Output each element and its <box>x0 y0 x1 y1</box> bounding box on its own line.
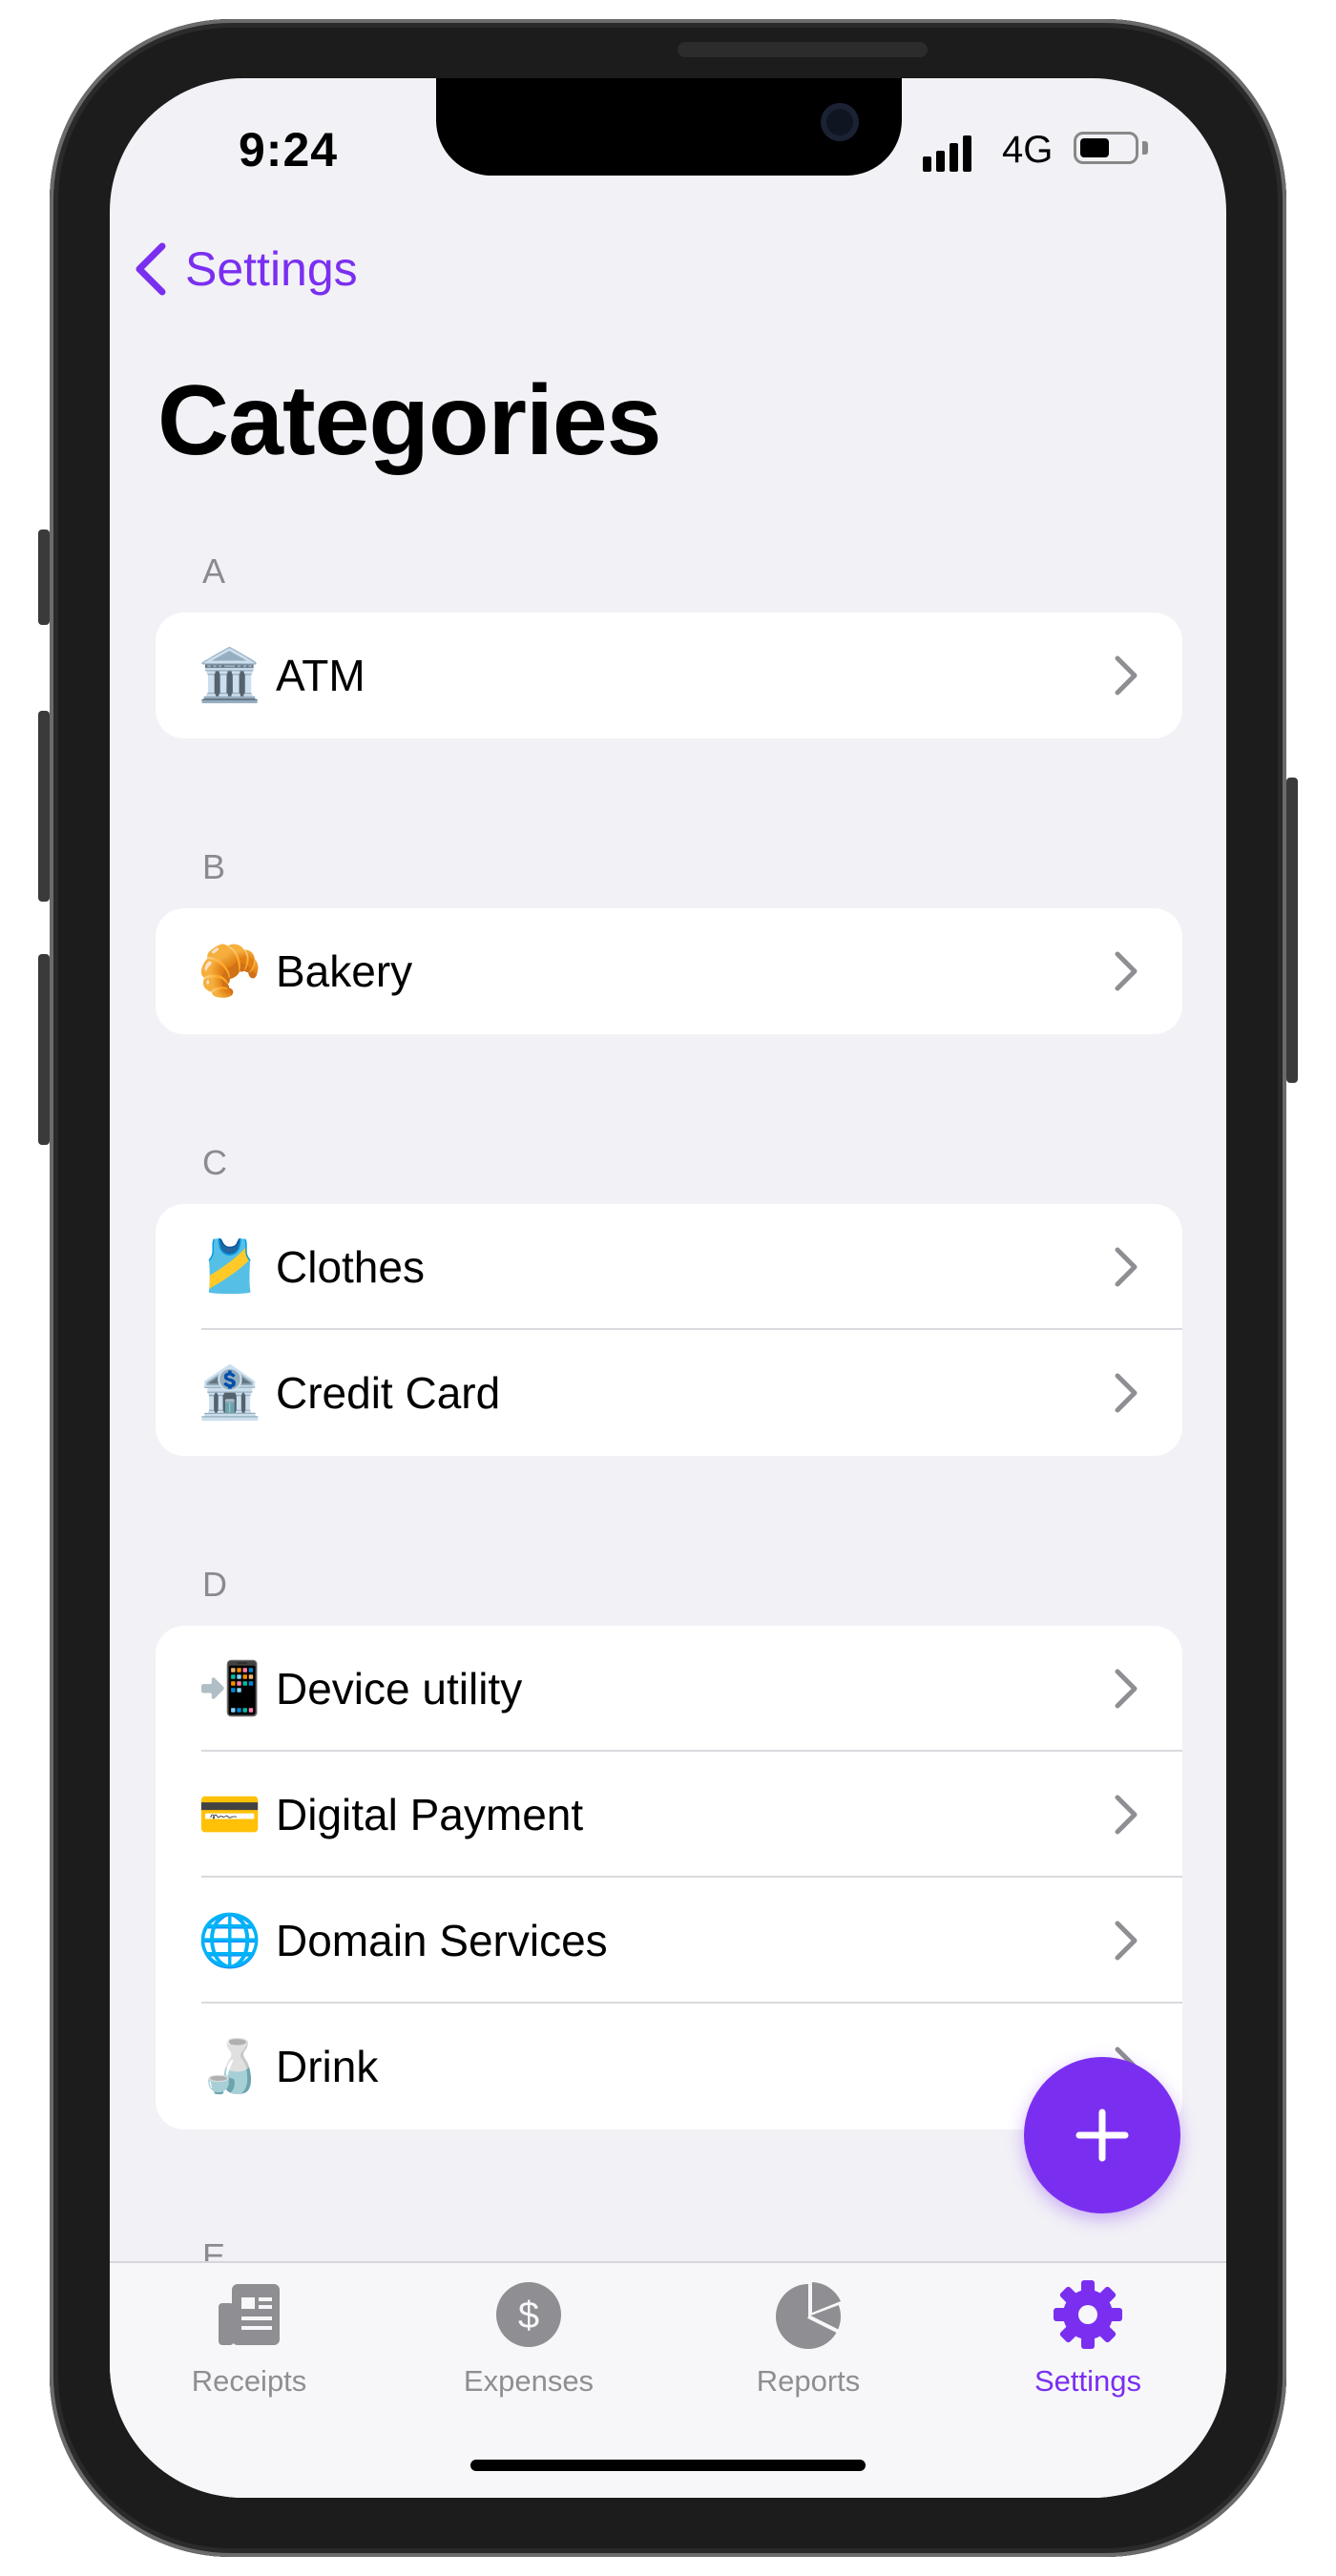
category-row-device-utility[interactable]: 📲 Device utility <box>156 1626 1182 1752</box>
category-label: Device utility <box>276 1664 523 1714</box>
chevron-right-icon <box>1115 1247 1138 1287</box>
category-row-domain-services[interactable]: 🌐 Domain Services <box>156 1878 1182 2004</box>
category-label: Credit Card <box>276 1368 501 1418</box>
category-label: ATM <box>276 651 365 700</box>
phone-screen: 9:24 4G Settings Categories A 🏛️ ATM B 🥐… <box>110 78 1226 2498</box>
back-button[interactable]: Settings <box>134 240 358 298</box>
category-label: Bakery <box>276 946 413 996</box>
tab-label: Receipts <box>191 2364 307 2398</box>
category-label: Clothes <box>276 1242 425 1292</box>
category-label: Digital Payment <box>276 1790 584 1839</box>
category-row-digital-payment[interactable]: 💳 Digital Payment <box>156 1752 1182 1878</box>
category-group-c: 🎽 Clothes 🏦 Credit Card <box>156 1204 1182 1456</box>
category-row-credit-card[interactable]: 🏦 Credit Card <box>156 1330 1182 1456</box>
category-group-d: 📲 Device utility 💳 Digital Payment 🌐 Dom… <box>156 1626 1182 2129</box>
chevron-right-icon <box>1115 655 1138 696</box>
credit-card-icon: 💳 <box>198 1785 262 1843</box>
status-time: 9:24 <box>239 123 339 177</box>
section-header-c: C <box>202 1143 227 1182</box>
receipt-icon <box>219 2284 280 2345</box>
section-header-b: B <box>202 847 226 886</box>
category-row-bakery[interactable]: 🥐 Bakery <box>156 908 1182 1034</box>
volume-up-button <box>38 711 50 902</box>
gear-icon <box>1054 2280 1122 2349</box>
tab-receipts[interactable]: Receipts <box>154 2276 344 2399</box>
battery-cap <box>1142 141 1148 155</box>
earpiece-speaker <box>678 42 928 57</box>
back-label: Settings <box>185 242 358 296</box>
mobile-phone-arrow-icon: 📲 <box>198 1659 262 1717</box>
add-category-button[interactable] <box>1024 2057 1180 2213</box>
front-camera <box>821 103 859 141</box>
volume-down-button <box>38 954 50 1145</box>
network-type: 4G <box>1002 129 1054 171</box>
dollar-icon: $ <box>496 2282 561 2347</box>
bank-icon: 🏛️ <box>198 646 262 704</box>
chevron-right-icon <box>1115 1373 1138 1413</box>
plus-icon <box>1075 2109 1129 2162</box>
chevron-right-icon <box>1115 1921 1138 1961</box>
tab-label: Settings <box>1033 2364 1141 2398</box>
cellular-signal-icon <box>923 135 971 172</box>
mute-switch <box>38 530 50 625</box>
bank-building-icon: 🏦 <box>198 1363 262 1422</box>
power-button <box>1286 778 1298 1083</box>
chevron-left-icon <box>136 242 166 296</box>
chevron-right-icon <box>1115 951 1138 991</box>
section-header-a: A <box>202 551 226 591</box>
category-label: Domain Services <box>276 1916 608 1965</box>
category-row-atm[interactable]: 🏛️ ATM <box>156 613 1182 738</box>
globe-icon: 🌐 <box>198 1911 262 1969</box>
tab-label: Reports <box>756 2364 861 2398</box>
tab-label: Expenses <box>463 2364 595 2398</box>
chevron-right-icon <box>1115 1795 1138 1835</box>
shirt-icon: 🎽 <box>198 1237 262 1296</box>
tab-settings[interactable]: Settings <box>992 2276 1183 2399</box>
category-group-a: 🏛️ ATM <box>156 613 1182 738</box>
tab-reports[interactable]: Reports <box>713 2276 904 2399</box>
page-title: Categories <box>157 365 662 476</box>
notch <box>436 78 902 176</box>
chevron-right-icon <box>1115 1669 1138 1709</box>
croissant-icon: 🥐 <box>198 942 262 1000</box>
tab-expenses[interactable]: $ Expenses <box>433 2276 624 2399</box>
svg-text:$: $ <box>518 2295 539 2337</box>
category-group-b: 🥐 Bakery <box>156 908 1182 1034</box>
home-indicator <box>470 2460 866 2471</box>
section-header-d: D <box>202 1565 227 1604</box>
pie-chart-icon <box>776 2282 841 2349</box>
category-label: Drink <box>276 2042 379 2091</box>
category-row-clothes[interactable]: 🎽 Clothes <box>156 1204 1182 1330</box>
sake-bottle-icon: 🍶 <box>198 2037 262 2095</box>
battery-icon <box>1074 132 1138 164</box>
